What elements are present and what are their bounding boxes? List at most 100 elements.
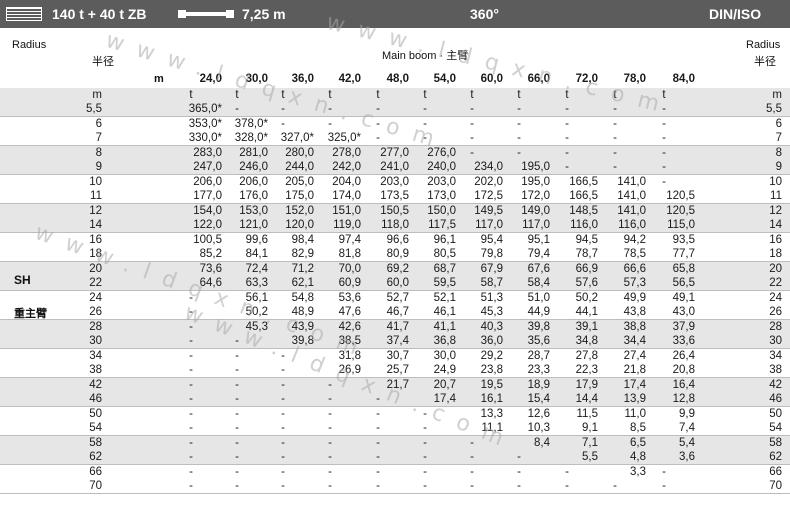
load-cell: - xyxy=(613,132,617,144)
standard-label: DIN/ISO xyxy=(709,6,762,22)
load-cell: 116,0 xyxy=(570,219,598,231)
load-cell: 195,0 xyxy=(521,176,550,188)
load-cell: 77,7 xyxy=(672,248,695,260)
load-cell: 278,0 xyxy=(332,147,361,159)
radius-cell: 16 xyxy=(89,234,102,246)
load-cell: 7,4 xyxy=(679,422,695,434)
load-cell: 24,9 xyxy=(433,364,456,376)
load-cell: 34,4 xyxy=(623,335,646,347)
load-cell: 234,0 xyxy=(474,161,503,173)
radius-cell-right: 6 xyxy=(775,118,782,130)
radius-cell-right: 54 xyxy=(769,422,782,434)
load-cell: 4,8 xyxy=(630,451,646,463)
load-cell: - xyxy=(423,408,427,420)
title-bar: 140 t + 40 t ZB 7,25 m 360° DIN/ISO xyxy=(0,0,790,28)
radius-cell: 6 xyxy=(95,118,102,130)
load-cell: - xyxy=(189,350,193,362)
load-cell: 50,2 xyxy=(575,292,598,304)
load-cell: 6,5 xyxy=(630,437,646,449)
load-cell: - xyxy=(470,437,474,449)
load-cell: - xyxy=(328,451,332,463)
radius-cell-right: 50 xyxy=(769,408,782,420)
load-cell: 67,6 xyxy=(527,263,550,275)
load-cell: - xyxy=(189,335,193,347)
load-cell: 93,5 xyxy=(672,234,695,246)
radius-cell: 7 xyxy=(95,132,102,144)
radius-cell-right: 16 xyxy=(769,234,782,246)
load-cell: 37,4 xyxy=(386,335,409,347)
load-cell: 117,5 xyxy=(428,219,456,231)
load-cell: - xyxy=(281,466,285,478)
load-cell: 241,0 xyxy=(380,161,409,173)
load-cell: - xyxy=(376,480,380,492)
radius-header-zh: 半径 xyxy=(92,56,114,68)
load-cell: - xyxy=(189,379,193,391)
table-row: 6 353,0* 378,0* - - - - - - - - - 6 xyxy=(0,117,790,131)
load-cell: - xyxy=(281,118,285,130)
load-cell: 58,7 xyxy=(480,277,503,289)
radius-cell-right: 5,5 xyxy=(766,103,782,115)
load-cell: 23,8 xyxy=(480,364,503,376)
load-cell: 117,0 xyxy=(475,219,503,231)
load-cell: 44,9 xyxy=(527,306,550,318)
radius-cell-right: 70 xyxy=(769,480,782,492)
radius-cell: 14 xyxy=(89,219,102,231)
boom-length-11: 84,0 xyxy=(672,73,695,85)
boom-unit-label: m xyxy=(154,73,164,85)
load-cell: 174,0 xyxy=(332,190,361,202)
load-cell: - xyxy=(189,292,193,304)
load-cell: 12,8 xyxy=(672,393,695,405)
load-cell: 277,0 xyxy=(380,147,409,159)
load-cell: 65,8 xyxy=(672,263,695,275)
unit-load: t xyxy=(517,89,521,101)
load-cell: 39,1 xyxy=(575,321,598,333)
table-row: 54 - - - - - - 11,1 10,3 9,1 8,5 7,4 54 xyxy=(0,421,790,435)
load-cell: - xyxy=(189,437,193,449)
load-cell: 27,4 xyxy=(623,350,646,362)
table-row: 66 - - - - - - - - - 3,3 - 66 xyxy=(0,465,790,479)
load-cell: 9,1 xyxy=(582,422,598,434)
load-cell: 8,5 xyxy=(630,422,646,434)
load-cell: 11,0 xyxy=(624,408,646,420)
load-cell: 62,1 xyxy=(291,277,314,289)
radius-cell: 9 xyxy=(95,161,102,173)
load-cell: - xyxy=(613,480,617,492)
load-cell: 3,6 xyxy=(679,451,695,463)
load-cell: 80,9 xyxy=(386,248,409,260)
load-cell: 280,0 xyxy=(285,147,314,159)
load-cell: - xyxy=(423,480,427,492)
load-cell: 68,7 xyxy=(433,263,456,275)
load-cell: 21,8 xyxy=(623,364,646,376)
load-cell: 149,0 xyxy=(521,205,550,217)
load-cell: 82,9 xyxy=(291,248,314,260)
load-cell: 46,7 xyxy=(386,306,409,318)
load-cell: - xyxy=(189,321,193,333)
load-cell: 119,0 xyxy=(333,219,361,231)
load-cell: 14,4 xyxy=(575,393,598,405)
load-cell: - xyxy=(565,103,569,115)
load-cell: - xyxy=(423,103,427,115)
load-cell: 30,7 xyxy=(386,350,409,362)
radius-cell: 22 xyxy=(89,277,102,289)
load-cell: 121,0 xyxy=(239,219,268,231)
load-cell: 36,0 xyxy=(480,335,503,347)
load-cell: 85,2 xyxy=(199,248,222,260)
load-cell: 166,5 xyxy=(569,176,598,188)
radius-cell: 30 xyxy=(89,335,102,347)
load-cell: 11,1 xyxy=(481,422,503,434)
row-divider xyxy=(0,493,790,494)
load-cell: - xyxy=(328,480,332,492)
radius-cell-right: 8 xyxy=(775,147,782,159)
load-cell: 175,0 xyxy=(285,190,314,202)
table-row: 28 - 45,3 43,9 42,6 41,7 41,1 40,3 39,8 39,1 38,8 3… xyxy=(0,320,790,334)
load-cell: - xyxy=(189,364,193,376)
load-cell: 48,9 xyxy=(291,306,314,318)
load-cell: - xyxy=(423,437,427,449)
radius-cell-right: 66 xyxy=(769,466,782,478)
load-cell: - xyxy=(517,480,521,492)
load-cell: 66,6 xyxy=(623,263,646,275)
boom-length-3: 36,0 xyxy=(291,73,314,85)
load-cell: - xyxy=(235,379,239,391)
load-cell: 16,1 xyxy=(480,393,503,405)
load-cell: - xyxy=(517,466,521,478)
